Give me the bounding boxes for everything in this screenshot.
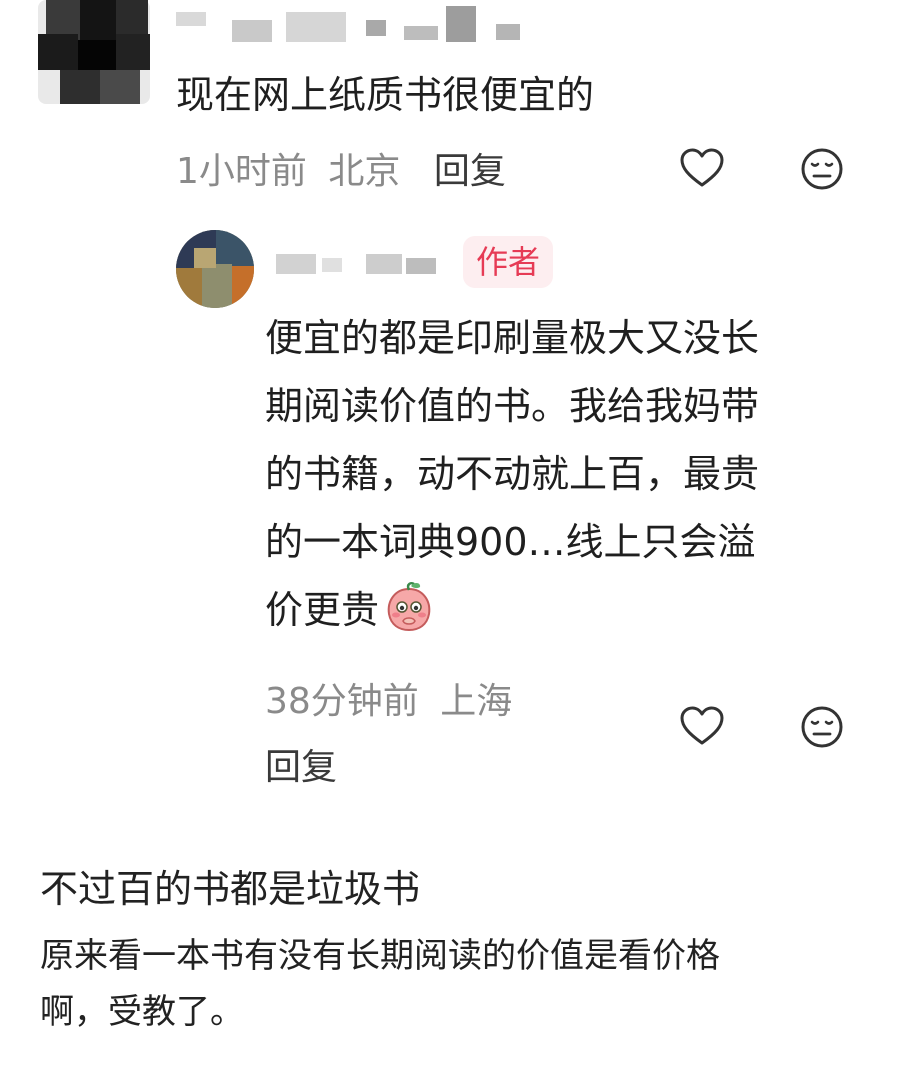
heart-outline-icon [680,706,724,745]
comment-text: 现在网上纸质书很便宜的 [176,73,595,117]
comment-meta: 1小时前 北京 回复 [176,142,506,194]
reply-like-button[interactable] [678,703,726,751]
reply-text-line: 的书籍，动不动就上百，最贵 [265,452,760,496]
author-badge: 作者 [463,236,553,288]
meh-face-icon [801,706,843,748]
commenter-name-redacted[interactable] [176,6,536,42]
reply-time: 38分钟前 [265,681,419,722]
reply-text-line: 期阅读价值的书。我给我妈带 [265,384,760,428]
reply-text-line: 价更贵 [265,588,380,632]
caption-body-line: 啊，受教了。 [40,992,244,1032]
caption-body-line: 原来看一本书有没有长期阅读的价值是看价格 [40,936,720,976]
reply-text-line: 的一本词典900…线上只会溢 [265,520,756,564]
comment-dislike-button[interactable] [798,145,846,193]
reply-text: 便宜的都是印刷量极大又没长 期阅读价值的书。我给我妈带 的书籍，动不动就上百，最… [265,304,865,644]
reply-reply-button[interactable]: 回复 [265,738,337,790]
reply-author-name-redacted[interactable] [276,250,456,278]
reply-dislike-button[interactable] [798,703,846,751]
reply-text-line: 便宜的都是印刷量极大又没长 [265,316,760,360]
peach-shy-emoji-icon [383,581,435,633]
reply-meta: 38分钟前 上海 [265,672,512,724]
commenter-avatar[interactable] [38,0,150,104]
reply-location: 上海 [440,681,513,722]
comment-location: 北京 [328,151,401,192]
comment-reply-button[interactable]: 回复 [434,151,506,192]
caption-body: 原来看一本书有没有长期阅读的价值是看价格 啊，受教了。 [40,928,860,1040]
meh-face-icon [801,148,843,190]
reply-author-avatar[interactable] [176,230,254,308]
comment-time: 1小时前 [176,151,307,192]
comment-like-button[interactable] [678,145,726,193]
heart-outline-icon [680,148,724,187]
caption-title: 不过百的书都是垃圾书 [40,867,421,911]
reply-text-line-last: 价更贵 [265,576,865,644]
